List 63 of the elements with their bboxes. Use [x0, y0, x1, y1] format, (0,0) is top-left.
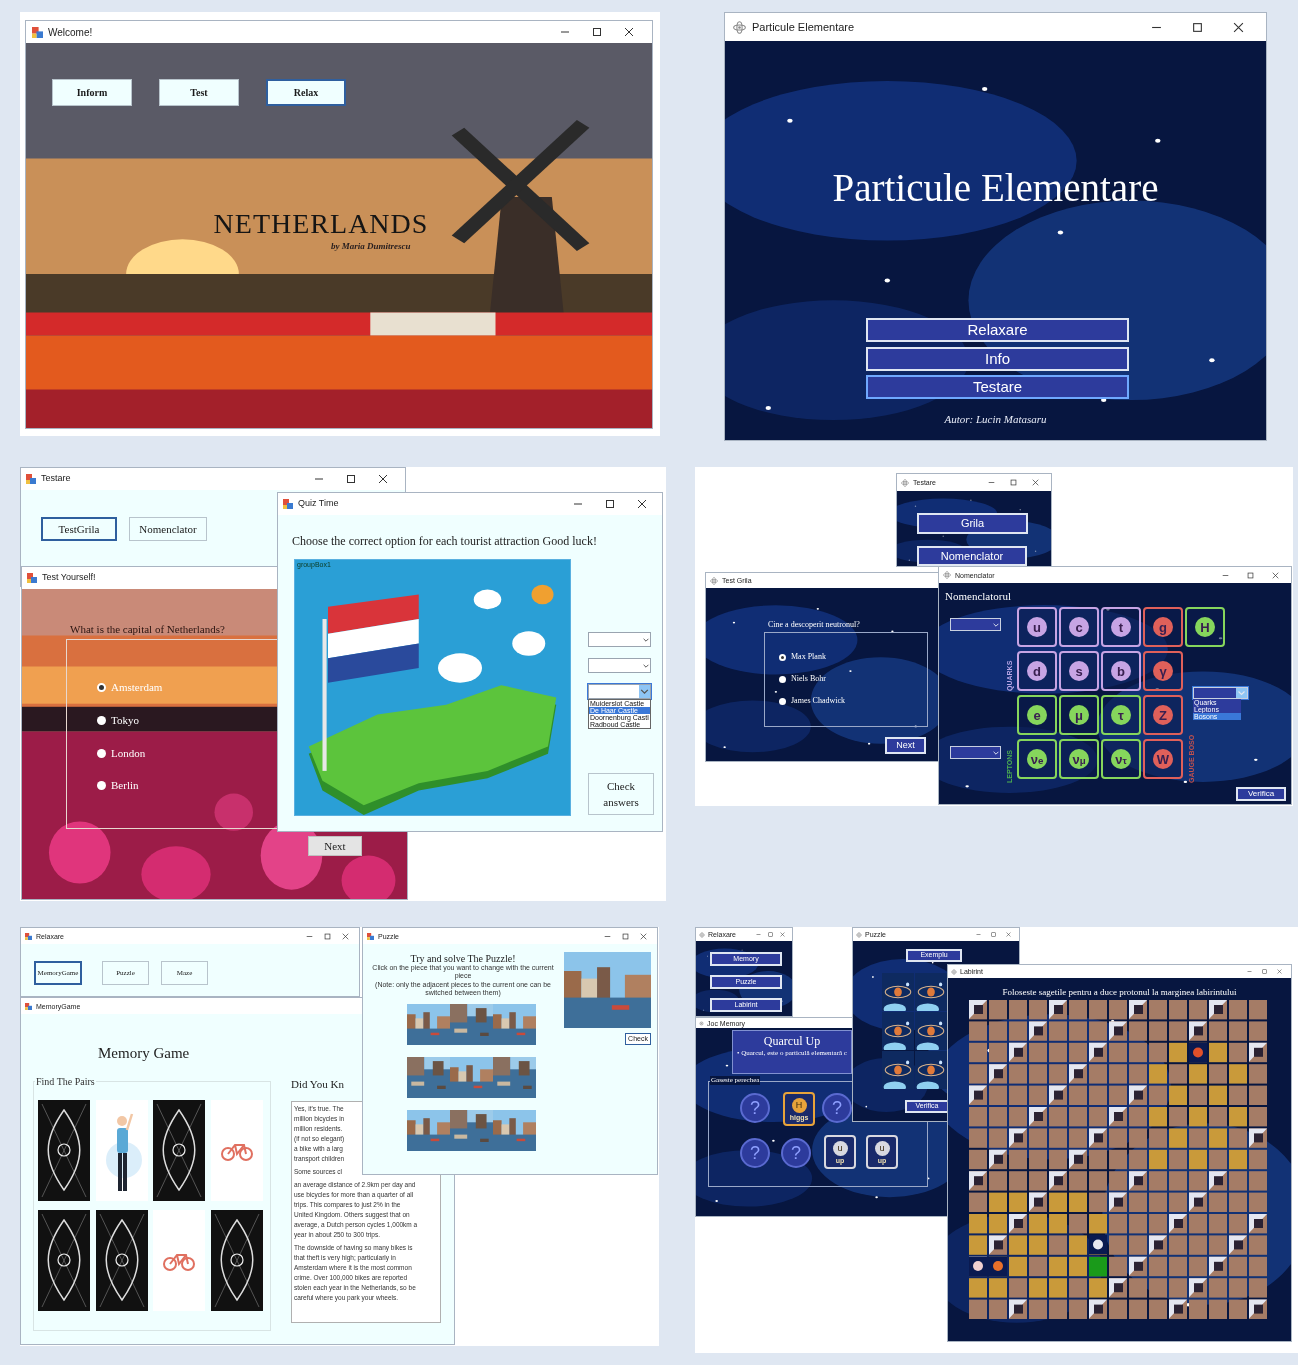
atom-icon [901, 478, 909, 487]
maximize-icon[interactable] [346, 474, 356, 484]
nav-button[interactable]: Test [159, 79, 239, 106]
atom-icon [856, 931, 862, 938]
app-icon [367, 932, 374, 940]
nav-button[interactable]: Info [866, 347, 1129, 371]
app-icon [283, 499, 293, 509]
radio-option[interactable]: Niels Bohr [779, 673, 826, 685]
author-text: by Maria Dumitrescu [331, 240, 411, 253]
nav-button[interactable]: Relaxare [866, 318, 1129, 342]
caret-icon [639, 685, 650, 698]
nav-button[interactable]: Nomenclator [917, 546, 1027, 566]
atom-icon [733, 20, 746, 34]
close-icon[interactable] [378, 474, 388, 484]
card-back-drawing[interactable] [153, 1100, 205, 1201]
window-title: Particule Elementare [752, 19, 855, 35]
window-heading: Memory Game [98, 1044, 190, 1063]
radio-option[interactable]: London [97, 745, 146, 762]
atom-icon [943, 571, 951, 579]
window-title: Welcome! [48, 25, 93, 40]
section-heading: Did You Kn [291, 1077, 344, 1092]
atom-icon [699, 931, 705, 938]
nav-button[interactable]: Grila [917, 513, 1028, 534]
app-icon [32, 26, 43, 38]
memory-card[interactable] [96, 1100, 148, 1201]
card-back-drawing[interactable] [38, 1100, 90, 1201]
window-heading: Try and solve The Puzzle! [409, 952, 516, 966]
maximize-icon[interactable] [605, 499, 615, 509]
nav-button[interactable]: Nomenclator [129, 517, 207, 541]
app-icon [25, 1002, 32, 1010]
close-icon[interactable] [624, 27, 634, 37]
next-button[interactable]: Next [308, 836, 362, 856]
atom-icon [710, 576, 718, 585]
question-text: What is the capital of Netherlands? [70, 622, 225, 637]
app-title: NETHERLANDS [212, 207, 430, 241]
app-icon [26, 474, 36, 484]
app-icon [27, 573, 37, 583]
nav-button[interactable]: Relax [266, 79, 346, 106]
question-text: Cine a descoperit neutronul? [768, 620, 860, 630]
window-title: Testare [41, 472, 71, 486]
nav-button[interactable]: Next [885, 737, 926, 754]
window-title: Test Yourself! [42, 571, 96, 585]
radio-option[interactable]: Tokyo [97, 712, 139, 729]
radio-option[interactable]: Berlin [97, 777, 139, 794]
card-back-drawing[interactable] [38, 1210, 90, 1311]
author-text: Autor: Lucin Matasaru [943, 412, 1048, 427]
nav-button[interactable]: Testare [866, 375, 1129, 399]
window-title: Quiz Time [298, 497, 339, 511]
radio-option[interactable]: Max Plank [779, 651, 826, 663]
close-icon[interactable] [637, 499, 647, 509]
nav-button[interactable]: Inform [52, 79, 132, 106]
maximize-icon[interactable] [592, 27, 602, 37]
card-back-drawing[interactable] [211, 1210, 263, 1311]
card-back-drawing[interactable] [96, 1210, 148, 1311]
app-title: Particule Elementare [831, 165, 1160, 211]
nav-button[interactable]: TestGrila [41, 517, 117, 541]
check-answers-button[interactable]: Check answers [588, 773, 654, 815]
instruction-text: Choose the correct option for each tourist attraction Good luck! [292, 533, 597, 550]
close-icon[interactable] [1233, 21, 1244, 33]
atom-icon [699, 1020, 704, 1026]
app-icon [25, 932, 32, 940]
maximize-icon[interactable] [1192, 21, 1203, 33]
radio-option[interactable]: James Chadwick [779, 695, 845, 707]
